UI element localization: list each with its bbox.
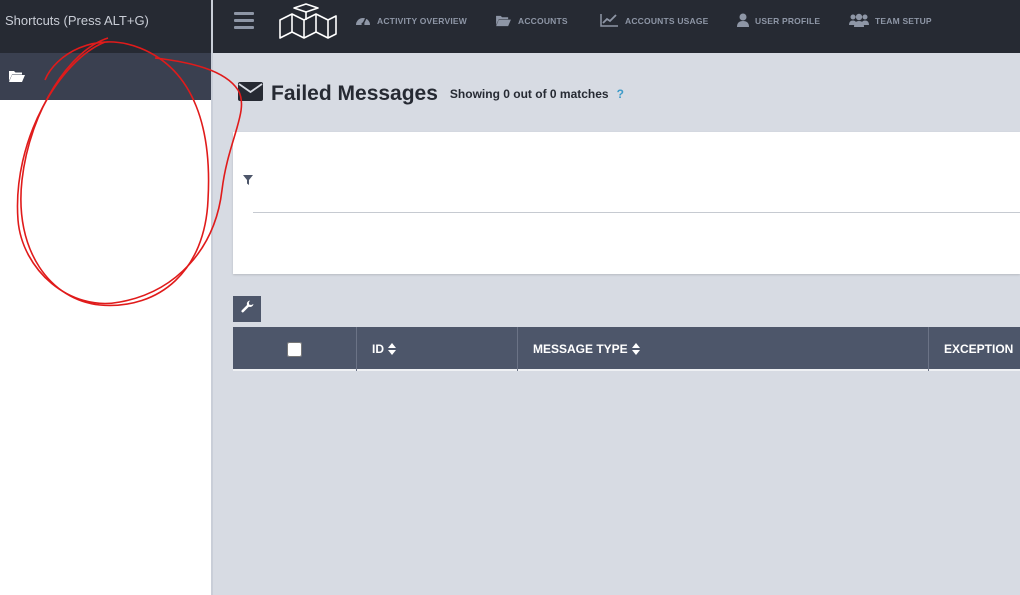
sidebar: Shortcuts (Press ALT+G) <box>0 0 213 595</box>
nav-user-profile[interactable]: USER PROFILE <box>737 12 820 30</box>
table-settings-button[interactable] <box>233 296 261 322</box>
folder-open-icon <box>495 14 512 29</box>
top-navbar: ACTIVITY OVERVIEW ACCOUNTS ACCOUNTS USAG… <box>213 0 1020 53</box>
column-header-message-type[interactable]: MESSAGE TYPE <box>518 327 929 371</box>
envelope-icon <box>238 82 263 106</box>
menu-toggle-icon[interactable] <box>234 12 254 30</box>
logo[interactable] <box>276 2 340 47</box>
table-header: ID MESSAGE TYPE EXCEPTION <box>233 327 1020 371</box>
column-label: ID <box>372 342 384 356</box>
nav-label: TEAM SETUP <box>875 16 932 26</box>
column-label: EXCEPTION <box>944 342 1014 356</box>
nav-activity-overview[interactable]: ACTIVITY OVERVIEW <box>355 12 467 30</box>
select-all-column <box>233 327 357 371</box>
filter-icon[interactable] <box>243 172 253 190</box>
nav-label: ACTIVITY OVERVIEW <box>377 16 467 26</box>
filter-panel <box>233 132 1020 274</box>
users-icon <box>849 13 869 29</box>
sort-icon <box>388 343 396 355</box>
column-header-id[interactable]: ID <box>357 327 518 371</box>
nav-accounts-usage[interactable]: ACCOUNTS USAGE <box>600 12 709 30</box>
page-header: Failed Messages Showing 0 out of 0 match… <box>238 82 624 106</box>
page-title: Failed Messages <box>271 82 438 105</box>
nav-label: ACCOUNTS <box>518 16 568 26</box>
nav-team-setup[interactable]: TEAM SETUP <box>849 12 932 30</box>
dashboard-icon <box>355 13 371 29</box>
sort-icon <box>631 343 640 355</box>
folder-open-icon[interactable] <box>8 69 26 88</box>
column-label: MESSAGE TYPE <box>533 342 628 356</box>
help-icon[interactable]: ? <box>617 87 624 101</box>
nav-accounts[interactable]: ACCOUNTS <box>495 12 568 30</box>
column-header-exception[interactable]: EXCEPTION <box>929 327 1020 371</box>
select-all-checkbox[interactable] <box>287 341 302 357</box>
match-count: Showing 0 out of 0 matches <box>449 87 609 101</box>
wrench-icon <box>240 300 254 318</box>
nav-label: USER PROFILE <box>755 16 821 26</box>
filter-input[interactable] <box>253 184 1020 213</box>
shortcuts-label[interactable]: Shortcuts (Press ALT+G) <box>0 0 211 53</box>
nav-label: ACCOUNTS USAGE <box>625 16 709 26</box>
line-chart-icon <box>600 13 619 29</box>
sidebar-folder-bar[interactable] <box>0 53 211 100</box>
user-icon <box>737 13 749 29</box>
